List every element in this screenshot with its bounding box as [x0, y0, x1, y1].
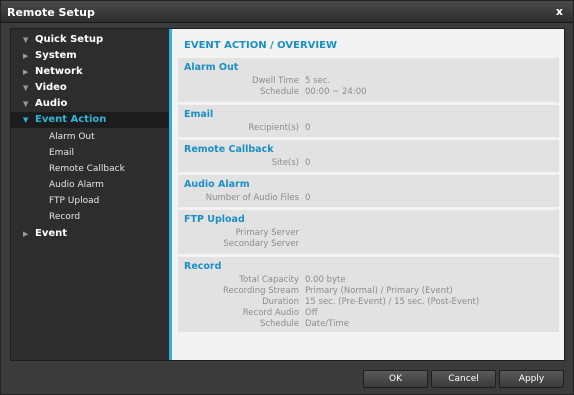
page-title: EVENT ACTION / OVERVIEW: [184, 40, 338, 51]
sidebar-subitem-label: Alarm Out: [49, 132, 95, 142]
sidebar-subitem-audio-alarm[interactable]: Audio Alarm: [11, 177, 169, 193]
sidebar-subitem-label: Email: [49, 148, 74, 158]
field-value: 0: [305, 158, 311, 168]
chevron-down-icon: ▼: [23, 100, 29, 108]
section-title: Audio Alarm: [184, 179, 250, 190]
section-record: Record Total Capacity 0.00 byte Recordin…: [178, 257, 559, 332]
section-email: Email Recipient(s) 0: [178, 105, 559, 137]
info-row: Site(s) 0: [178, 158, 559, 169]
sidebar-item-label: System: [35, 50, 77, 61]
sidebar-subitem-label: Record: [49, 212, 81, 222]
remote-setup-window: Remote Setup x ▼ Quick Setup ▶ System ▶ …: [0, 0, 574, 395]
overview-panel[interactable]: EVENT ACTION / OVERVIEW Alarm Out Dwell …: [172, 29, 564, 360]
field-label: Number of Audio Files: [205, 193, 299, 203]
sidebar-item-label: Audio: [35, 98, 68, 109]
cancel-button[interactable]: Cancel: [431, 370, 496, 388]
sidebar-subitem-ftp-upload[interactable]: FTP Upload: [11, 193, 169, 209]
sidebar-subitem-label: Audio Alarm: [49, 180, 104, 190]
sidebar-item-label: Video: [35, 82, 67, 93]
sidebar-item-quick-setup[interactable]: ▼ Quick Setup: [11, 32, 169, 48]
info-row: Total Capacity 0.00 byte: [178, 275, 559, 286]
sidebar-subitem-record[interactable]: Record: [11, 209, 169, 225]
sidebar-subitem-alarm-out[interactable]: Alarm Out: [11, 129, 169, 145]
sidebar-item-event[interactable]: ▶ Event: [11, 226, 169, 242]
chevron-right-icon: ▶: [23, 52, 29, 60]
section-title: Email: [184, 109, 214, 120]
field-value: Date/Time: [305, 319, 349, 329]
field-value: 0: [305, 193, 311, 203]
field-value: 0: [305, 123, 311, 133]
chevron-right-icon: ▶: [23, 68, 29, 76]
chevron-down-icon: ▼: [23, 36, 29, 44]
field-label: Dwell Time: [252, 76, 299, 86]
field-label: Schedule: [259, 319, 299, 329]
field-value: 00:00 ~ 24:00: [305, 87, 367, 97]
section-title: Remote Callback: [184, 144, 274, 155]
section-remote-callback: Remote Callback Site(s) 0: [178, 140, 559, 172]
info-row: Duration 15 sec. (Pre-Event) / 15 sec. (…: [178, 297, 559, 308]
chevron-right-icon: ▶: [23, 230, 29, 238]
chevron-down-icon: ▼: [23, 84, 29, 92]
field-value: 15 sec. (Pre-Event) / 15 sec. (Post-Even…: [305, 297, 480, 307]
sidebar-item-label: Quick Setup: [35, 34, 104, 45]
sidebar-subitem-email[interactable]: Email: [11, 145, 169, 161]
sidebar-item-event-action[interactable]: ▼ Event Action: [11, 112, 169, 128]
sidebar-subitem-label: Remote Callback: [49, 164, 125, 174]
chevron-down-icon: ▼: [23, 116, 29, 124]
info-row: Recording Stream Primary (Normal) / Prim…: [178, 286, 559, 297]
section-ftp-upload: FTP Upload Primary Server Secondary Serv…: [178, 210, 559, 254]
window-title: Remote Setup: [7, 6, 95, 19]
section-alarm-out: Alarm Out Dwell Time 5 sec. Schedule 00:…: [178, 58, 559, 102]
sidebar-subitem-remote-callback[interactable]: Remote Callback: [11, 161, 169, 177]
section-title: Alarm Out: [184, 62, 239, 73]
info-row: Primary Server: [178, 228, 559, 239]
info-row: Schedule 00:00 ~ 24:00: [178, 87, 559, 98]
info-row: Recipient(s) 0: [178, 123, 559, 134]
info-row: Record Audio Off: [178, 308, 559, 319]
field-value: 5 sec.: [305, 76, 331, 86]
info-row: Number of Audio Files 0: [178, 193, 559, 204]
sidebar-item-audio[interactable]: ▼ Audio: [11, 96, 169, 112]
info-row: Secondary Server: [178, 239, 559, 250]
field-value: Primary (Normal) / Primary (Event): [305, 286, 453, 296]
ok-button[interactable]: OK: [363, 370, 428, 388]
field-label: Recording Stream: [223, 286, 299, 296]
field-value: Off: [305, 308, 318, 318]
field-label: Record Audio: [242, 308, 299, 318]
field-label: Secondary Server: [223, 239, 299, 249]
info-row: Dwell Time 5 sec.: [178, 76, 559, 87]
title-bar[interactable]: Remote Setup x: [1, 1, 573, 23]
sidebar-item-network[interactable]: ▶ Network: [11, 64, 169, 80]
sidebar-item-video[interactable]: ▼ Video: [11, 80, 169, 96]
field-value: 0.00 byte: [305, 275, 346, 285]
section-audio-alarm: Audio Alarm Number of Audio Files 0: [178, 175, 559, 207]
sidebar-subitem-label: FTP Upload: [49, 196, 100, 206]
field-label: Primary Server: [235, 228, 299, 238]
field-label: Duration: [262, 297, 299, 307]
field-label: Total Capacity: [239, 275, 299, 285]
sidebar-item-label: Event Action: [35, 114, 107, 125]
section-title: FTP Upload: [184, 214, 245, 225]
section-title: Record: [184, 261, 222, 272]
info-row: Schedule Date/Time: [178, 319, 559, 330]
field-label: Site(s): [271, 158, 299, 168]
sidebar-tree: ▼ Quick Setup ▶ System ▶ Network ▼ Video…: [11, 29, 169, 360]
field-label: Schedule: [259, 87, 299, 97]
close-icon[interactable]: x: [556, 5, 563, 18]
field-label: Recipient(s): [248, 123, 299, 133]
sidebar-item-label: Event: [35, 228, 68, 239]
apply-button[interactable]: Apply: [499, 370, 564, 388]
sidebar-item-system[interactable]: ▶ System: [11, 48, 169, 64]
sidebar-item-label: Network: [35, 66, 83, 77]
